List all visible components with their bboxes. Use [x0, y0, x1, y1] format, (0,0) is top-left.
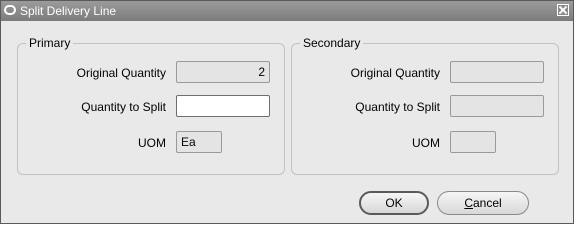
split-delivery-line-dialog: Split Delivery Line Primary Original Qua…: [0, 0, 574, 224]
window-title: Split Delivery Line: [20, 4, 117, 18]
primary-uom-field: Ea: [176, 131, 222, 153]
secondary-uom-field: [450, 131, 496, 153]
secondary-group-title: Secondary: [300, 36, 364, 50]
cancel-button[interactable]: Cancel: [437, 191, 529, 215]
primary-quantity-to-split-input[interactable]: [176, 95, 270, 117]
primary-original-quantity-field: 2: [176, 61, 270, 83]
primary-group: Primary Original Quantity 2 Quantity to …: [17, 36, 285, 175]
secondary-uom-label: UOM: [412, 136, 440, 150]
secondary-quantity-to-split-label: Quantity to Split: [355, 100, 440, 114]
secondary-original-quantity-label: Original Quantity: [350, 66, 440, 80]
ok-button[interactable]: OK: [359, 191, 429, 215]
secondary-group: Secondary Original Quantity Quantity to …: [291, 36, 559, 175]
secondary-quantity-to-split-field: [450, 95, 544, 117]
primary-group-title: Primary: [26, 36, 74, 50]
oracle-icon: [4, 5, 16, 15]
title-bar[interactable]: Split Delivery Line: [1, 1, 573, 21]
close-icon[interactable]: [557, 4, 569, 16]
primary-original-quantity-label: Original Quantity: [76, 66, 166, 80]
secondary-original-quantity-field: [450, 61, 544, 83]
primary-quantity-to-split-label: Quantity to Split: [81, 100, 166, 114]
primary-uom-label: UOM: [138, 136, 166, 150]
